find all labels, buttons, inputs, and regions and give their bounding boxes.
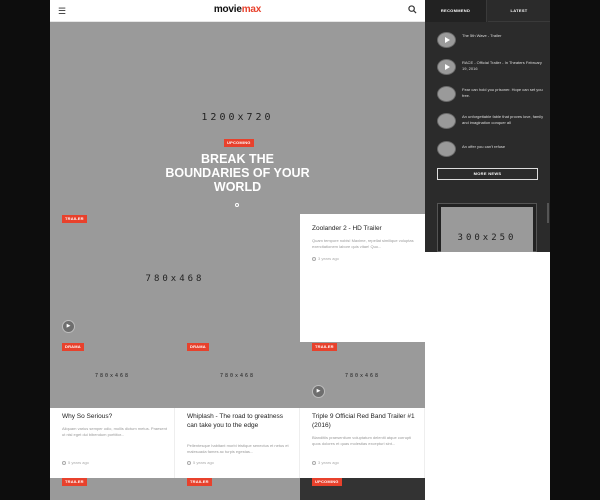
- post-title[interactable]: Triple 9 Official Red Band Trailer #1 (2…: [312, 413, 417, 430]
- post-card-image[interactable]: TRAILER 780x468 ▶: [300, 342, 425, 408]
- featured-post-meta: 3 years ago: [312, 256, 339, 261]
- ad-image: 300x250: [441, 207, 533, 253]
- sidebar-scrollbar[interactable]: [547, 203, 549, 223]
- play-icon[interactable]: [437, 32, 456, 48]
- featured-category-badge[interactable]: TRAILER: [62, 215, 87, 223]
- thumbnail-icon[interactable]: [437, 141, 456, 157]
- slider-dot[interactable]: [235, 203, 239, 207]
- sidebar-item[interactable]: An offer you can't refuse: [437, 141, 547, 163]
- play-icon[interactable]: ▶: [312, 385, 325, 398]
- featured-post-excerpt: Quam tempore nobis! Maxime, repellat sim…: [312, 238, 414, 249]
- post-card-image[interactable]: DRAMA 780x468: [50, 342, 175, 408]
- sidebar-item-title[interactable]: RACE - Official Trailer - In Theaters Fe…: [462, 60, 547, 71]
- play-icon[interactable]: [437, 59, 456, 75]
- post-card-info: Why So Serious? Aliquam varius semper od…: [50, 408, 175, 478]
- tab-divider: [488, 21, 550, 22]
- site-logo[interactable]: moviemax: [50, 4, 425, 15]
- featured-post-image[interactable]: TRAILER 780x468 ▶: [50, 214, 300, 342]
- hero-title[interactable]: BREAK THE BOUNDARIES OF YOUR WORLD: [50, 152, 425, 194]
- featured-post-title[interactable]: Zoolander 2 - HD Trailer: [312, 225, 417, 234]
- hero-category-badge[interactable]: UPCOMING: [224, 139, 254, 147]
- featured-post-date: 3 years ago: [318, 256, 339, 261]
- post-category-badge[interactable]: TRAILER: [187, 478, 212, 486]
- clock-icon: [62, 460, 66, 465]
- sidebar-item[interactable]: RACE - Official Trailer - In Theaters Fe…: [437, 59, 547, 81]
- featured-image-placeholder: 780x468: [145, 274, 205, 284]
- sidebar-item-title[interactable]: An offer you can't refuse: [462, 144, 547, 150]
- post-image-placeholder: 780x468: [219, 373, 256, 379]
- post-title[interactable]: Whiplash - The road to greatness can tak…: [187, 413, 292, 430]
- post-card-info: Whiplash - The road to greatness can tak…: [175, 408, 300, 478]
- post-card-image[interactable]: TRAILER: [50, 478, 175, 500]
- post-category-badge[interactable]: DRAMA: [187, 343, 209, 351]
- hero-title-line-1: BREAK THE: [201, 152, 274, 166]
- hero-slider[interactable]: 1200x720 UPCOMING BREAK THE BOUNDARIES O…: [50, 22, 425, 214]
- thumbnail-icon[interactable]: [437, 86, 456, 102]
- thumbnail-icon[interactable]: [437, 113, 456, 129]
- play-icon[interactable]: ▶: [62, 320, 75, 333]
- clock-icon: [312, 256, 316, 261]
- sidebar-item[interactable]: The 5th Wave - Trailer: [437, 32, 547, 54]
- logo-text-movie: movie: [213, 4, 242, 15]
- post-date: 5 years ago: [68, 460, 89, 465]
- post-date: 5 years ago: [193, 460, 214, 465]
- left-frame: [0, 0, 50, 500]
- tab-recommend[interactable]: RECOMMEND: [425, 0, 487, 22]
- site-header: ☰ moviemax: [50, 0, 425, 22]
- post-meta: 3 years ago: [312, 460, 339, 465]
- logo-text-max: max: [241, 4, 262, 15]
- clock-icon: [187, 460, 191, 465]
- post-card-image[interactable]: DRAMA 780x468: [175, 342, 300, 408]
- post-excerpt: Pellentesque habitant morbi tristique se…: [187, 443, 289, 454]
- post-date: 3 years ago: [318, 460, 339, 465]
- post-card-image[interactable]: UPCOMING: [300, 478, 425, 500]
- post-category-badge[interactable]: DRAMA: [62, 343, 84, 351]
- post-image-placeholder: 780x468: [94, 373, 131, 379]
- right-frame: [550, 0, 600, 500]
- sidebar-item[interactable]: An unforgettable fable that proves love,…: [437, 113, 547, 135]
- clock-icon: [312, 460, 316, 465]
- ad-placeholder: 300x250: [457, 233, 517, 243]
- featured-post-info: Zoolander 2 - HD Trailer Quam tempore no…: [300, 214, 425, 342]
- more-news-button[interactable]: MORE NEWS: [437, 168, 538, 180]
- hero-image-placeholder: 1200x720: [201, 112, 274, 123]
- post-category-badge[interactable]: UPCOMING: [312, 478, 342, 486]
- sidebar-item-title[interactable]: An unforgettable fable that proves love,…: [462, 114, 547, 125]
- blank-panel: [425, 252, 550, 500]
- post-excerpt: Blanditiis praesentium voluptatum deleni…: [312, 435, 412, 446]
- post-card-info: Triple 9 Official Red Band Trailer #1 (2…: [300, 408, 425, 478]
- hero-title-line-2: BOUNDARIES OF YOUR: [165, 166, 310, 180]
- sidebar-item-title[interactable]: Fear can hold you prisoner. Hope can set…: [462, 87, 547, 98]
- post-category-badge[interactable]: TRAILER: [312, 343, 337, 351]
- hero-title-line-3: WORLD: [213, 180, 262, 194]
- sidebar-item-title[interactable]: The 5th Wave - Trailer: [462, 33, 547, 39]
- sidebar-item[interactable]: Fear can hold you prisoner. Hope can set…: [437, 86, 547, 108]
- post-card-image[interactable]: TRAILER: [175, 478, 300, 500]
- search-icon[interactable]: [406, 5, 418, 17]
- post-meta: 5 years ago: [62, 460, 89, 465]
- tab-latest[interactable]: LATEST: [488, 0, 550, 22]
- sidebar-widget: RECOMMEND LATEST The 5th Wave - Trailer …: [425, 0, 550, 253]
- post-meta: 5 years ago: [187, 460, 214, 465]
- post-image-placeholder: 780x468: [344, 373, 381, 379]
- ad-widget[interactable]: 300x250: [437, 203, 537, 253]
- post-excerpt: Aliquam varius semper odio, mollis dictu…: [62, 426, 167, 437]
- post-title[interactable]: Why So Serious?: [62, 413, 167, 422]
- post-category-badge[interactable]: TRAILER: [62, 478, 87, 486]
